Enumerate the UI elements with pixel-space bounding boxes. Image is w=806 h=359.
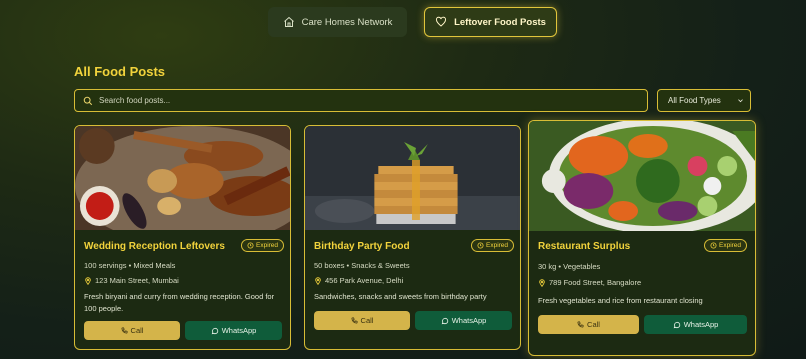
whatsapp-button[interactable]: WhatsApp — [185, 321, 282, 340]
nav-care-homes-label: Care Homes Network — [301, 16, 393, 28]
post-title: Birthday Party Food — [314, 241, 410, 252]
post-address-text: 456 Park Avenue, Delhi — [325, 276, 404, 285]
food-post-card: Restaurant Surplus Expired 30 kg • Veget… — [528, 120, 756, 356]
post-meta: 100 servings • Mixed Meals — [84, 261, 176, 270]
post-title: Wedding Reception Leftovers — [84, 241, 225, 252]
call-button[interactable]: Call — [84, 321, 180, 340]
clock-icon — [710, 242, 717, 249]
food-type-selected: All Food Types — [668, 96, 721, 105]
clock-icon — [247, 242, 254, 249]
chat-icon — [211, 327, 218, 334]
post-description: Fresh biryani and curry from wedding rec… — [84, 292, 275, 313]
whatsapp-label: WhatsApp — [683, 320, 719, 329]
post-title: Restaurant Surplus — [538, 241, 631, 252]
food-image-pancakes — [305, 126, 520, 230]
food-image-salad — [529, 121, 755, 231]
whatsapp-button[interactable]: WhatsApp — [415, 311, 512, 330]
home-icon — [283, 16, 294, 27]
food-post-card: Wedding Reception Leftovers Expired 100 … — [74, 125, 291, 350]
search-input[interactable] — [99, 96, 639, 105]
phone-icon — [351, 317, 358, 324]
nav-leftover-food-label: Leftover Food Posts — [454, 16, 546, 28]
heart-icon — [436, 16, 447, 27]
food-type-select[interactable]: All Food Types — [657, 89, 751, 112]
status-badge: Expired — [241, 239, 285, 252]
nav-leftover-food-posts[interactable]: Leftover Food Posts — [424, 7, 557, 37]
call-button[interactable]: Call — [538, 315, 639, 334]
status-label: Expired — [719, 242, 742, 249]
chat-icon — [673, 321, 680, 328]
call-button[interactable]: Call — [314, 311, 410, 330]
status-badge: Expired — [471, 239, 515, 252]
phone-icon — [577, 321, 584, 328]
call-label: Call — [587, 320, 600, 329]
whatsapp-label: WhatsApp — [451, 316, 487, 325]
clock-icon — [477, 242, 484, 249]
chevron-down-icon — [738, 99, 743, 103]
phone-icon — [121, 327, 128, 334]
map-pin-icon — [539, 278, 545, 287]
whatsapp-button[interactable]: WhatsApp — [644, 315, 747, 334]
post-address: 123 Main Street, Mumbai — [84, 276, 179, 285]
post-meta: 50 boxes • Snacks & Sweets — [314, 261, 410, 270]
food-post-card: Birthday Party Food Expired 50 boxes • S… — [304, 125, 521, 350]
search-bar[interactable] — [74, 89, 648, 112]
search-icon — [83, 96, 93, 105]
chat-icon — [441, 317, 448, 324]
call-label: Call — [360, 316, 374, 325]
post-address-text: 789 Food Street, Bangalore — [549, 278, 642, 287]
food-image-grilled-meat — [75, 126, 290, 230]
map-pin-icon — [315, 276, 321, 285]
post-description: Sandwiches, snacks and sweets from birth… — [314, 292, 487, 301]
nav-care-homes-network[interactable]: Care Homes Network — [268, 7, 407, 37]
status-badge: Expired — [704, 239, 748, 252]
status-label: Expired — [486, 242, 509, 249]
post-address: 789 Food Street, Bangalore — [538, 278, 641, 287]
call-label: Call — [130, 326, 144, 335]
whatsapp-label: WhatsApp — [221, 326, 257, 335]
map-pin-icon — [85, 276, 91, 285]
status-label: Expired — [256, 242, 279, 249]
post-address-text: 123 Main Street, Mumbai — [95, 276, 179, 285]
post-address: 456 Park Avenue, Delhi — [314, 276, 403, 285]
post-meta: 30 kg • Vegetables — [538, 262, 601, 271]
post-description: Fresh vegetables and rice from restauran… — [538, 296, 703, 305]
section-title: All Food Posts — [74, 64, 165, 79]
